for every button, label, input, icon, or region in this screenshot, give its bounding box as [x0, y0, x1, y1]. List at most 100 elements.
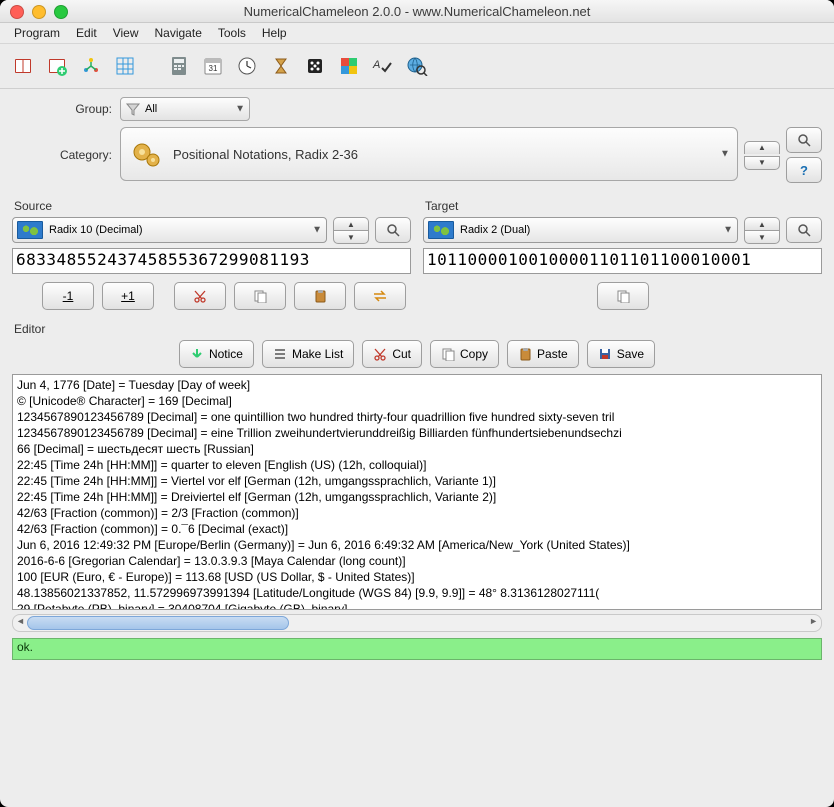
editor-line: 100 [EUR (Euro, € - Europe)] = 113.68 [U…	[17, 569, 817, 585]
target-panel: Target Radix 2 (Dual) ▼ ▲ ▼ 101100001001…	[423, 193, 822, 310]
category-down-button[interactable]: ▼	[744, 156, 780, 170]
minimize-window-button[interactable]	[32, 5, 46, 19]
search-icon	[797, 133, 811, 147]
scissors-icon	[373, 347, 387, 361]
editor-line: Jun 4, 1776 [Date] = Tuesday [Day of wee…	[17, 377, 817, 393]
category-label: Category:	[12, 148, 120, 162]
window-title: NumericalChameleon 2.0.0 - www.Numerical…	[0, 4, 834, 19]
hourglass-icon[interactable]	[270, 55, 292, 77]
funnel-icon	[125, 101, 141, 117]
editor-line: 1234567890123456789 [Decimal] = eine Tri…	[17, 425, 817, 441]
clipboard-icon	[313, 289, 327, 303]
menu-edit[interactable]: Edit	[70, 24, 103, 42]
svg-text:31: 31	[209, 64, 218, 73]
menu-help[interactable]: Help	[256, 24, 293, 42]
source-value-input[interactable]: 68334855243745855367299081193	[12, 248, 411, 274]
menu-view[interactable]: View	[107, 24, 145, 42]
category-value: Positional Notations, Radix 2-36	[173, 147, 358, 162]
editor-cut-button[interactable]: Cut	[362, 340, 422, 368]
svg-text:A: A	[372, 59, 380, 71]
menu-tools[interactable]: Tools	[212, 24, 252, 42]
search-icon	[386, 223, 400, 237]
calendar-icon[interactable]: 31	[202, 55, 224, 77]
target-label: Target	[425, 199, 822, 213]
notice-button[interactable]: Notice	[179, 340, 254, 368]
editor-save-button[interactable]: Save	[587, 340, 655, 368]
target-copy-button[interactable]	[597, 282, 649, 310]
target-unit-combo[interactable]: Radix 2 (Dual) ▼	[423, 217, 738, 243]
clock-icon[interactable]	[236, 55, 258, 77]
menu-navigate[interactable]: Navigate	[149, 24, 208, 42]
editor-line: 42/63 [Fraction (common)] = 0.¯6 [Decima…	[17, 521, 817, 537]
search-icon	[797, 223, 811, 237]
table-icon[interactable]	[114, 55, 136, 77]
source-unit-up-button[interactable]: ▲	[333, 217, 369, 230]
book-add-icon[interactable]	[46, 55, 68, 77]
target-unit-up-button[interactable]: ▲	[744, 217, 780, 230]
category-help-button[interactable]: ?	[786, 157, 822, 183]
chevron-down-icon: ▼	[235, 104, 245, 115]
book-red-icon[interactable]	[12, 55, 34, 77]
editor-line: 22:45 [Time 24h [HH:MM]] = Dreiviertel e…	[17, 489, 817, 505]
category-search-button[interactable]	[786, 127, 822, 153]
source-copy-button[interactable]	[234, 282, 286, 310]
source-cut-button[interactable]	[174, 282, 226, 310]
tree-icon[interactable]	[80, 55, 102, 77]
target-search-button[interactable]	[786, 217, 822, 243]
source-panel: Source Radix 10 (Decimal) ▼ ▲ ▼ 68334855…	[12, 193, 411, 310]
editor-paste-button[interactable]: Paste	[507, 340, 579, 368]
color-icon[interactable]	[338, 55, 360, 77]
arrow-down-icon	[190, 347, 204, 361]
target-unit-down-button[interactable]: ▼	[744, 230, 780, 244]
source-unit-combo[interactable]: Radix 10 (Decimal) ▼	[12, 217, 327, 243]
editor-line: © [Unicode® Character] = 169 [Decimal]	[17, 393, 817, 409]
target-value-output[interactable]: 10110000100100001101101100010001	[423, 248, 822, 274]
group-label: Group:	[12, 102, 120, 116]
editor-textarea[interactable]: Jun 4, 1776 [Date] = Tuesday [Day of wee…	[12, 374, 822, 610]
source-unit-down-button[interactable]: ▼	[333, 230, 369, 244]
scrollbar-thumb[interactable]	[27, 616, 289, 630]
editor-scrollbar[interactable]	[12, 614, 822, 632]
group-combo[interactable]: All ▼	[120, 97, 250, 121]
globe-flag-icon	[17, 221, 43, 239]
titlebar: NumericalChameleon 2.0.0 - www.Numerical…	[0, 0, 834, 23]
dice-icon[interactable]	[304, 55, 326, 77]
chevron-down-icon: ▼	[312, 225, 322, 236]
help-icon: ?	[800, 163, 808, 178]
make-list-button[interactable]: Make List	[262, 340, 354, 368]
editor-line: 2016-6-6 [Gregorian Calendar] = 13.0.3.9…	[17, 553, 817, 569]
source-paste-button[interactable]	[294, 282, 346, 310]
clipboard-icon	[518, 347, 532, 361]
gears-icon	[131, 138, 163, 170]
source-search-button[interactable]	[375, 217, 411, 243]
plus-one-button[interactable]: +1	[102, 282, 154, 310]
target-value-text: 10110000100100001101101100010001	[427, 250, 751, 269]
source-label: Source	[14, 199, 411, 213]
editor-line: 48.13856021337852, 11.572996973991394 [L…	[17, 585, 817, 601]
calculator-icon[interactable]	[168, 55, 190, 77]
floppy-icon	[598, 347, 612, 361]
minus-one-button[interactable]: -1	[42, 282, 94, 310]
editor-label: Editor	[14, 322, 834, 336]
editor-line: 29 [Petabyte (PB), binary] = 30408704 [G…	[17, 601, 817, 610]
swap-button[interactable]	[354, 282, 406, 310]
copy-icon	[441, 347, 455, 361]
category-combo[interactable]: Positional Notations, Radix 2-36 ▼	[120, 127, 738, 181]
scissors-icon	[193, 289, 207, 303]
status-bar: ok.	[12, 638, 822, 660]
category-up-button[interactable]: ▲	[744, 141, 780, 154]
globe-search-icon[interactable]	[406, 55, 428, 77]
target-unit-value: Radix 2 (Dual)	[460, 224, 530, 236]
editor-copy-button[interactable]: Copy	[430, 340, 499, 368]
globe-flag-icon	[428, 221, 454, 239]
source-value-text: 68334855243745855367299081193	[16, 250, 310, 269]
menu-program[interactable]: Program	[8, 24, 66, 42]
editor-line: 1234567890123456789 [Decimal] = one quin…	[17, 409, 817, 425]
swap-icon	[372, 289, 388, 303]
editor-line: 22:45 [Time 24h [HH:MM]] = Viertel vor e…	[17, 473, 817, 489]
spellcheck-icon[interactable]: A	[372, 55, 394, 77]
copy-icon	[616, 289, 630, 303]
copy-icon	[253, 289, 267, 303]
close-window-button[interactable]	[10, 5, 24, 19]
zoom-window-button[interactable]	[54, 5, 68, 19]
